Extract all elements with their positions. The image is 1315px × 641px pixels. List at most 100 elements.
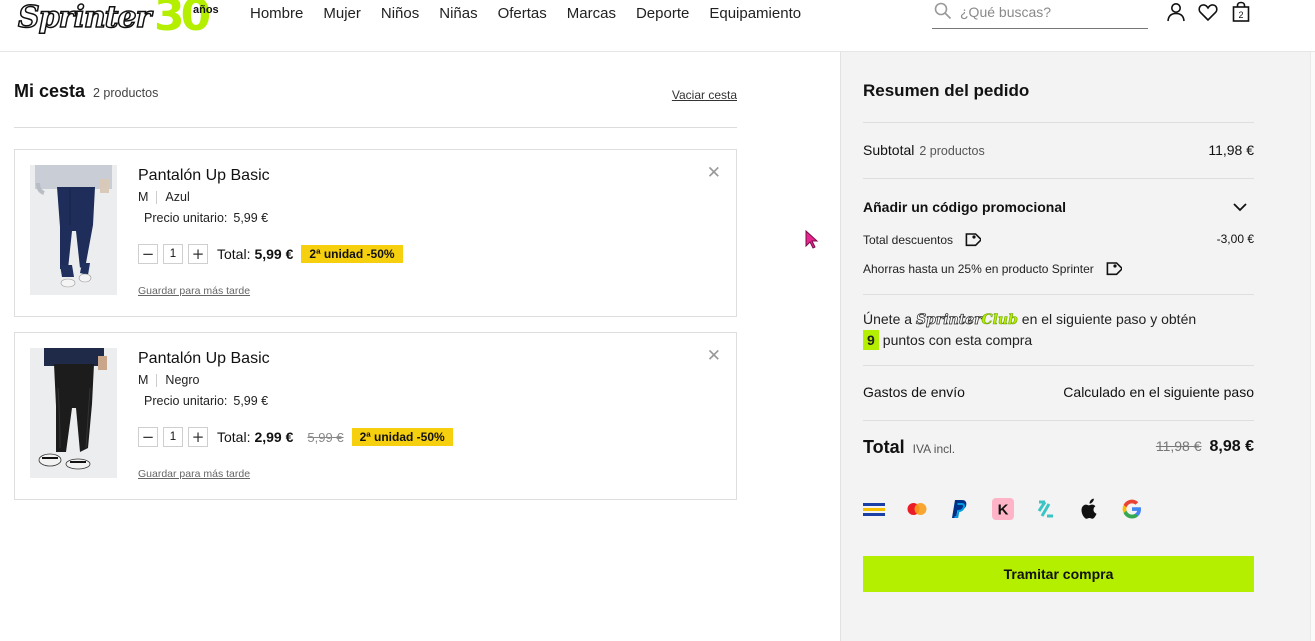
total-tax-note: IVA incl. (912, 442, 956, 456)
promo-code-toggle[interactable]: Añadir un código promocional (863, 199, 1254, 217)
discounts-value: -3,00 € (1216, 232, 1254, 246)
unit-price-label: Precio unitario: (144, 394, 228, 408)
product-attributes: M Azul (138, 190, 190, 204)
remove-item-close-icon[interactable]: ✕ (707, 163, 721, 183)
total-price: 5,99 € (254, 246, 294, 262)
increase-quantity-button[interactable]: + (188, 244, 208, 264)
search-bar (932, 0, 1148, 29)
sprinter-club-promo: Únete a SprinterClub en el siguiente pas… (863, 309, 1254, 350)
product-image[interactable] (30, 165, 117, 295)
user-icon[interactable] (1165, 1, 1187, 23)
remove-item-close-icon[interactable]: ✕ (707, 346, 721, 366)
quantity-value[interactable]: 1 (163, 244, 183, 264)
nav-item-hombre[interactable]: Hombre (250, 5, 303, 22)
subtotal-row: Subtotal 2 productos 11,98 € (863, 142, 1254, 160)
basket-item: Pantalón Up Basic M Negro Precio unitari… (14, 332, 737, 500)
total-prices: 11,98 € 8,98 € (1156, 438, 1254, 456)
search-icon[interactable] (934, 2, 952, 20)
quantity-value[interactable]: 1 (163, 427, 183, 447)
club-prefix: Únete a (863, 311, 913, 327)
checkout-button[interactable]: Tramitar compra (863, 556, 1254, 592)
divider (14, 127, 737, 128)
discounts-row: Total descuentos -3,00 € (863, 230, 1254, 250)
shipping-value: Calculado en el siguiente paso (1063, 384, 1254, 400)
save-for-later-link[interactable]: Guardar para más tarde (138, 285, 250, 297)
divider (863, 420, 1254, 421)
subtotal-count: 2 productos (919, 144, 985, 158)
divider (156, 190, 158, 204)
unit-price-label: Precio unitario: (144, 211, 228, 225)
unit-price-row: Precio unitario: 5,99 € (138, 211, 268, 225)
divider (863, 178, 1254, 179)
product-attributes: M Negro (138, 373, 199, 387)
product-image[interactable] (30, 348, 117, 478)
nav-item-ofertas[interactable]: Ofertas (498, 5, 547, 22)
mouse-cursor-icon (805, 230, 819, 249)
quantity-row: − 1 + Total: 2,99 € 5,99 € 2ª unidad -50… (138, 427, 453, 447)
product-name[interactable]: Pantalón Up Basic (138, 350, 270, 368)
promo-badge: 2ª unidad -50% (351, 428, 453, 446)
divider (863, 365, 1254, 366)
summary-title: Resumen del pedido (863, 81, 1030, 100)
nav-item-equipamiento[interactable]: Equipamiento (709, 5, 801, 22)
club-logo-part-b: Club (981, 312, 1018, 329)
promo-code-label: Añadir un código promocional (863, 199, 1066, 215)
increase-quantity-button[interactable]: + (188, 427, 208, 447)
sprinter-logo[interactable]: Sprinter 30 años (17, 0, 223, 41)
search-input[interactable] (960, 2, 1140, 22)
club-points: 9 (863, 330, 879, 350)
unit-price: 5,99 € (233, 211, 269, 225)
product-color: Azul (165, 190, 190, 204)
card-icon (863, 498, 885, 520)
nav-item-deporte[interactable]: Deporte (636, 5, 689, 22)
empty-basket-link[interactable]: Vaciar cesta (672, 88, 737, 102)
subtotal-value: 11,98 € (1208, 142, 1254, 158)
unit-price-row: Precio unitario: 5,99 € (138, 394, 268, 408)
discounts-label: Total descuentos (863, 233, 954, 247)
product-color: Negro (165, 373, 200, 387)
subtotal-label: Subtotal (863, 142, 915, 158)
nav-item-mujer[interactable]: Mujer (323, 5, 361, 22)
product-size: M (138, 190, 149, 204)
total-price: 2,99 € (254, 429, 294, 445)
save-for-later-link[interactable]: Guardar para más tarde (138, 468, 250, 480)
decrease-quantity-button[interactable]: − (138, 244, 158, 264)
divider (156, 373, 158, 387)
svg-text:K: K (998, 502, 1009, 519)
basket-item: Pantalón Up Basic M Azul Precio unitario… (14, 149, 737, 317)
total-row: Total IVA incl. 11,98 € 8,98 € (863, 437, 1254, 463)
divider (863, 122, 1254, 123)
savings-text: Ahorras hasta un 25% en producto Sprinte… (863, 262, 1094, 276)
club-suffix: en el siguiente paso y obtén (1021, 311, 1197, 327)
item-total: Total: 5,99 € 2ª unidad -50% (217, 245, 403, 263)
payment-methods: K (863, 498, 1164, 520)
bag-icon[interactable]: 2 (1230, 1, 1252, 23)
quantity-row: − 1 + Total: 5,99 € 2ª unidad -50% (138, 244, 403, 264)
mastercard-icon (906, 498, 928, 520)
chevron-down-icon[interactable] (1232, 199, 1248, 215)
nav-item-marcas[interactable]: Marcas (567, 5, 616, 22)
basket-title: Mi cesta (14, 81, 86, 101)
site-header: Sprinter 30 años Hombre Mujer Niños Niña… (0, 0, 1315, 52)
product-name[interactable]: Pantalón Up Basic (138, 167, 270, 185)
total-label: Total (863, 437, 905, 457)
page-scrollbar[interactable] (1310, 52, 1315, 641)
klarna-icon: K (992, 498, 1014, 520)
basket-item-count: 2 productos (93, 86, 159, 100)
sprinter-club-logo: SprinterClub (916, 310, 1019, 330)
nav-item-ninos[interactable]: Niños (381, 5, 419, 22)
savings-row: Ahorras hasta un 25% en producto Sprinte… (863, 259, 1254, 279)
main-nav: Hombre Mujer Niños Niñas Ofertas Marcas … (240, 5, 811, 22)
shipping-row: Gastos de envío Calculado en el siguient… (863, 384, 1254, 402)
promo-badge: 2ª unidad -50% (301, 245, 403, 263)
original-price: 5,99 € (307, 429, 344, 445)
google-icon (1121, 498, 1143, 520)
decrease-quantity-button[interactable]: − (138, 427, 158, 447)
club-points-text: puntos con esta compra (882, 332, 1033, 348)
heart-icon[interactable] (1197, 1, 1219, 23)
order-summary-panel: Resumen del pedido Subtotal 2 productos 1… (840, 52, 1310, 641)
tag-icon (1106, 262, 1122, 276)
paypal-icon (949, 498, 971, 520)
total-original-price: 11,98 € (1155, 438, 1202, 454)
nav-item-ninas[interactable]: Niñas (439, 5, 477, 22)
